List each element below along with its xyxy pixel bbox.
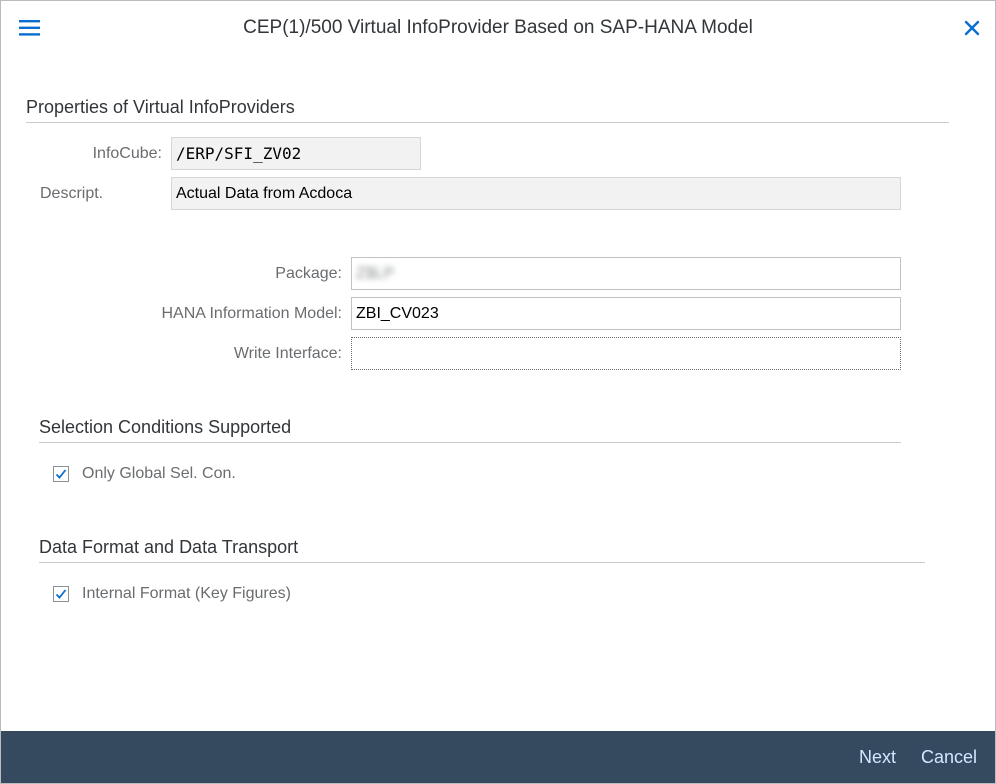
checkmark-icon xyxy=(55,589,67,599)
next-button[interactable]: Next xyxy=(859,747,896,768)
properties-divider xyxy=(26,122,949,123)
transport-divider xyxy=(39,562,925,563)
hana-model-label: HANA Information Model: xyxy=(161,305,342,322)
write-interface-field[interactable] xyxy=(351,337,901,370)
hana-model-field[interactable]: ZBI_CV023 xyxy=(351,297,901,330)
dialog-footer: Next Cancel xyxy=(1,731,995,783)
selection-divider xyxy=(39,442,901,443)
properties-heading: Properties of Virtual InfoProviders xyxy=(26,97,295,117)
descript-label: Descript. xyxy=(40,185,104,202)
infocube-label: InfoCube: xyxy=(92,145,162,162)
package-label: Package: xyxy=(275,265,342,282)
checkmark-icon xyxy=(55,469,67,479)
infocube-field[interactable]: /ERP/SFI_ZV02 xyxy=(171,137,421,170)
write-interface-label: Write Interface: xyxy=(233,345,342,362)
selection-heading: Selection Conditions Supported xyxy=(39,417,292,437)
transport-heading: Data Format and Data Transport xyxy=(39,537,299,557)
dialog-window: CEP(1)/500 Virtual InfoProvider Based on… xyxy=(0,0,996,784)
window-title: CEP(1)/500 Virtual InfoProvider Based on… xyxy=(243,17,753,38)
internal-format-label[interactable]: Internal Format (Key Figures) xyxy=(82,585,291,603)
only-global-label[interactable]: Only Global Sel. Con. xyxy=(82,465,236,483)
description-field[interactable]: Actual Data from Acdoca xyxy=(171,177,901,210)
package-field[interactable]: Z$LP xyxy=(351,257,901,290)
only-global-checkbox[interactable] xyxy=(53,466,69,482)
package-value-redacted: Z$LP xyxy=(356,265,395,282)
internal-format-checkbox[interactable] xyxy=(53,586,69,602)
cancel-button[interactable]: Cancel xyxy=(921,747,977,768)
title-bar: CEP(1)/500 Virtual InfoProvider Based on… xyxy=(1,1,995,57)
close-icon[interactable] xyxy=(963,19,981,37)
